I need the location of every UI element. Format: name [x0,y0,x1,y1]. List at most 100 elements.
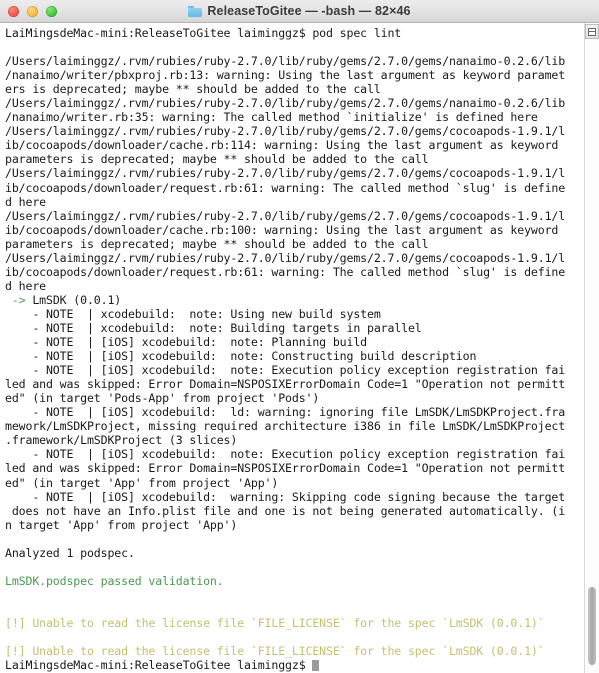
close-button[interactable] [8,5,19,17]
terminal-line [5,602,582,616]
terminal-line [5,630,582,644]
terminal-text: ib/cocoapods/downloader/cache.rb:100: wa… [5,222,559,237]
terminal-line: ers is deprecated; maybe ** should be ad… [5,82,582,96]
terminal-line: ib/cocoapods/downloader/cache.rb:114: wa… [5,138,582,152]
terminal-text: /Users/laiminggz/.rvm/rubies/ruby-2.7.0/… [5,124,566,139]
terminal-body[interactable]: LaiMingsdeMac-mini:ReleaseToGitee laimin… [0,23,599,673]
terminal-line: - NOTE | [iOS] xcodebuild: note: Constru… [5,349,582,363]
terminal-line: ed" (in target 'Pods-App' from project '… [5,391,582,405]
terminal-text: -> [5,292,33,307]
terminal-text: LaiMingsdeMac-mini:ReleaseToGitee laimin… [5,658,313,673]
terminal-line: LaiMingsdeMac-mini:ReleaseToGitee laimin… [5,26,582,40]
terminal-text: /Users/laiminggz/.rvm/rubies/ruby-2.7.0/… [5,96,566,111]
terminal-line: - NOTE | [iOS] xcodebuild: note: Plannin… [5,335,582,349]
text-cursor [312,659,320,672]
terminal-line: - NOTE | [iOS] xcodebuild: ld: warning: … [5,405,582,419]
window-controls [8,0,57,22]
terminal-line: parameters is deprecated; maybe ** shoul… [5,237,582,251]
terminal-text: d here [5,278,46,293]
terminal-line: d here [5,195,582,209]
terminal-text: LmSDK.podspec passed validation. [5,573,224,588]
terminal-line: - NOTE | xcodebuild: note: Using new bui… [5,307,582,321]
minimize-button[interactable] [27,5,38,17]
maximize-button[interactable] [46,5,57,17]
terminal-line: - NOTE | [iOS] xcodebuild: warning: Skip… [5,490,582,504]
terminal-line: -> LmSDK (0.0.1) [5,293,582,307]
terminal-line: ib/cocoapods/downloader/cache.rb:100: wa… [5,223,582,237]
terminal-line: LaiMingsdeMac-mini:ReleaseToGitee laimin… [5,658,582,672]
terminal-text: does not have an Info.plist file and one… [5,503,566,518]
terminal-text: - NOTE | xcodebuild: note: Building targ… [5,320,422,335]
terminal-window: ReleaseToGitee — -bash — 82×46 LaiMingsd… [0,0,599,673]
terminal-text: [!] Unable to read the license file `FIL… [5,615,545,630]
terminal-text: - NOTE | [iOS] xcodebuild: ld: warning: … [5,405,566,420]
scrollbar-track[interactable] [586,41,598,673]
terminal-text: /Users/laiminggz/.rvm/rubies/ruby-2.7.0/… [5,54,566,69]
terminal-text: ib/cocoapods/downloader/request.rb:61: w… [5,264,566,279]
window-title: ReleaseToGitee — -bash — 82×46 [207,4,411,18]
terminal-line: - NOTE | xcodebuild: note: Building targ… [5,321,582,335]
terminal-line: led and was skipped: Error Domain=NSPOSI… [5,461,582,475]
terminal-line [5,40,582,54]
terminal-line: Analyzed 1 podspec. [5,546,582,560]
terminal-text: ib/cocoapods/downloader/cache.rb:114: wa… [5,138,559,153]
terminal-text: LmSDK (0.0.1) [32,292,122,307]
terminal-text: - NOTE | [iOS] xcodebuild: note: Executi… [5,447,566,462]
terminal-text: /Users/laiminggz/.rvm/rubies/ruby-2.7.0/… [5,166,566,181]
terminal-line: d here [5,279,582,293]
terminal-line: mework/LmSDKProject, missing required ar… [5,419,582,433]
terminal-line: /Users/laiminggz/.rvm/rubies/ruby-2.7.0/… [5,124,582,138]
titlebar[interactable]: ReleaseToGitee — -bash — 82×46 [0,0,599,23]
terminal-line: /nanaimo/writer/pbxproj.rb:13: warning: … [5,68,582,82]
terminal-text: /nanaimo/writer/pbxproj.rb:13: warning: … [5,68,566,83]
split-pane-button[interactable] [585,24,599,39]
terminal-line: .framework/LmSDKProject (3 slices) [5,433,582,447]
terminal-text: [!] Unable to read the license file `FIL… [5,644,545,659]
terminal-line [5,588,582,602]
terminal-line: led and was skipped: Error Domain=NSPOSI… [5,377,582,391]
terminal-text: - NOTE | [iOS] xcodebuild: note: Plannin… [5,335,367,350]
terminal-line: [!] Unable to read the license file `FIL… [5,616,582,630]
window-title-container: ReleaseToGitee — -bash — 82×46 [0,4,599,18]
terminal-text: n target 'App' from project 'App') [5,517,238,532]
terminal-line: - NOTE | [iOS] xcodebuild: note: Executi… [5,363,582,377]
terminal-text: /Users/laiminggz/.rvm/rubies/ruby-2.7.0/… [5,250,566,265]
terminal-line: /Users/laiminggz/.rvm/rubies/ruby-2.7.0/… [5,251,582,265]
terminal-text: LaiMingsdeMac-mini:ReleaseToGitee laimin… [5,26,402,40]
terminal-line: parameters is deprecated; maybe ** shoul… [5,152,582,166]
terminal-scrollbar[interactable] [584,23,599,673]
terminal-line: /Users/laiminggz/.rvm/rubies/ruby-2.7.0/… [5,54,582,68]
scrollbar-thumb[interactable] [588,587,596,665]
terminal-line [5,532,582,546]
terminal-text: Analyzed 1 podspec. [5,545,135,560]
terminal-text: parameters is deprecated; maybe ** shoul… [5,152,429,167]
terminal-line: /nanaimo/writer.rb:35: warning: The call… [5,110,582,124]
terminal-line: does not have an Info.plist file and one… [5,504,582,518]
terminal-text: - NOTE | xcodebuild: note: Using new bui… [5,306,381,321]
terminal-line: /Users/laiminggz/.rvm/rubies/ruby-2.7.0/… [5,96,582,110]
terminal-text: led and was skipped: Error Domain=NSPOSI… [5,377,566,392]
terminal-line: /Users/laiminggz/.rvm/rubies/ruby-2.7.0/… [5,209,582,223]
terminal-text: /nanaimo/writer.rb:35: warning: The call… [5,110,538,125]
terminal-text: - NOTE | [iOS] xcodebuild: note: Executi… [5,363,566,378]
terminal-text: - NOTE | [iOS] xcodebuild: note: Constru… [5,349,477,364]
terminal-line: - NOTE | [iOS] xcodebuild: note: Executi… [5,447,582,461]
terminal-text: - NOTE | [iOS] xcodebuild: warning: Skip… [5,489,566,504]
terminal-line: LmSDK.podspec passed validation. [5,574,582,588]
terminal-line: /Users/laiminggz/.rvm/rubies/ruby-2.7.0/… [5,166,582,180]
terminal-line: ib/cocoapods/downloader/request.rb:61: w… [5,181,582,195]
folder-icon [188,5,203,17]
terminal-output[interactable]: LaiMingsdeMac-mini:ReleaseToGitee laimin… [0,23,584,673]
terminal-text: ib/cocoapods/downloader/request.rb:61: w… [5,180,566,195]
terminal-text: .framework/LmSDKProject (3 slices) [5,433,238,448]
terminal-text: led and was skipped: Error Domain=NSPOSI… [5,461,566,476]
terminal-line: n target 'App' from project 'App') [5,518,582,532]
split-pane-icon [588,27,596,36]
terminal-text: mework/LmSDKProject, missing required ar… [5,419,566,434]
